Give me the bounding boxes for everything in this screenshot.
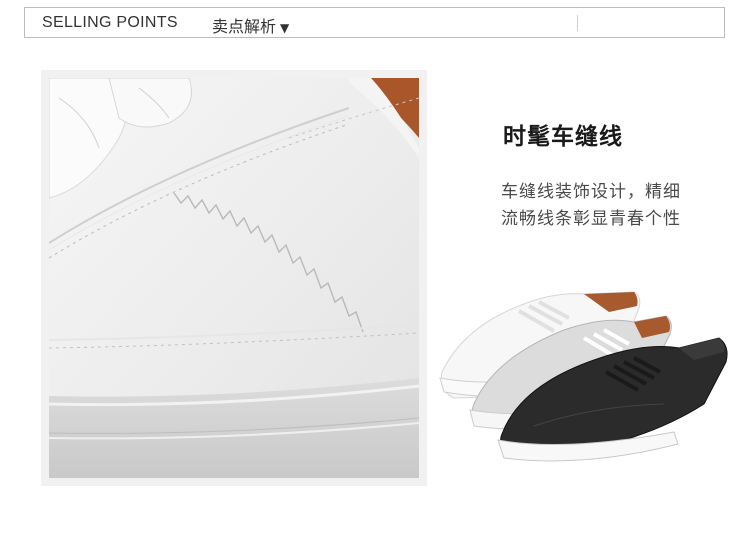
section-header: SELLING POINTS 卖点解析 ▼ [24,7,725,38]
sneakers-illustration [439,291,728,462]
description-line-1: 车缝线装饰设计，精细 [501,182,681,202]
closeup-illustration [49,78,419,478]
header-english-label: SELLING POINTS [42,14,178,31]
header-divider [577,15,578,31]
header-chinese-text: 卖点解析 [212,17,277,36]
stitching-closeup-photo [49,78,419,478]
dropdown-arrow-icon: ▼ [280,21,290,35]
closeup-photo-frame [41,70,427,486]
header-chinese-label[interactable]: 卖点解析 ▼ [212,13,289,37]
description-line-2: 流畅线条彰显青春个性 [501,209,681,229]
feature-title: 时髦车缝线 [503,124,623,150]
three-sneakers-photo [434,286,734,462]
feature-description: 车缝线装饰设计，精细 流畅线条彰显青春个性 [501,179,681,233]
